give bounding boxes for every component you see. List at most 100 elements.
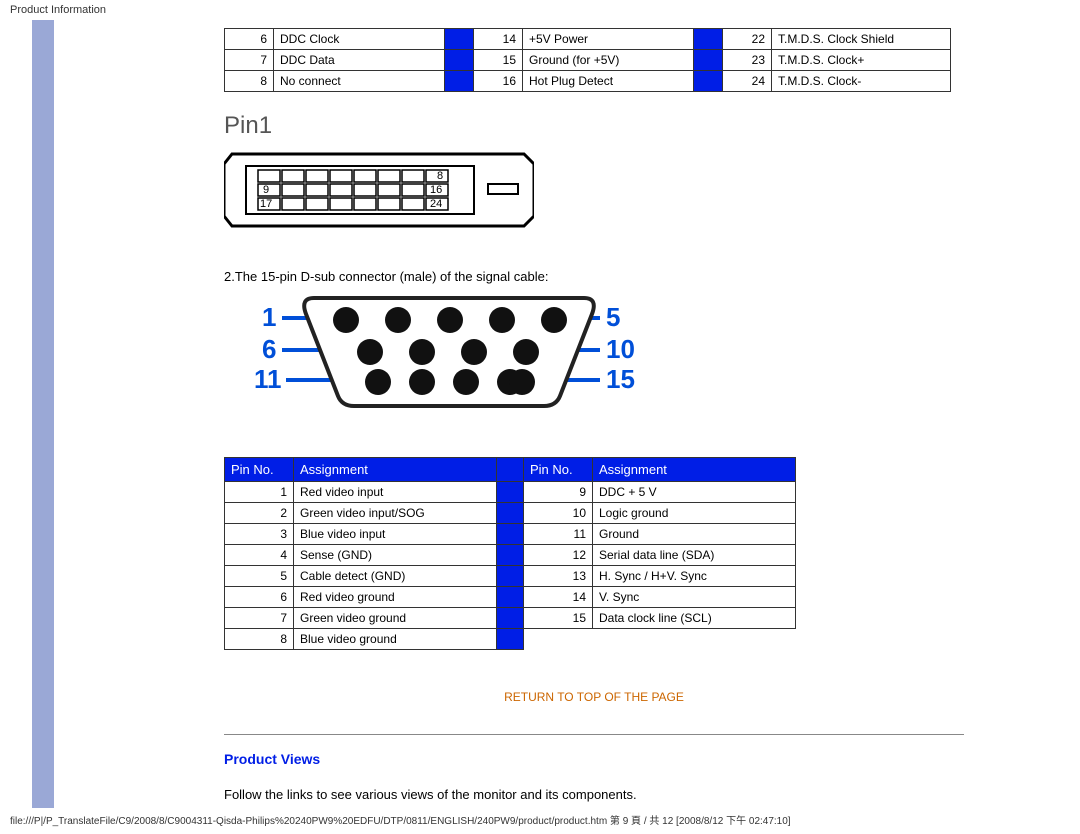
pin-assignment: Red video input: [294, 482, 497, 503]
pin-number: 16: [474, 71, 523, 92]
table-gap: [497, 503, 524, 524]
vga-connector-diagram: 1 6 11 5 10 15: [254, 294, 1080, 417]
pin-number: 23: [723, 50, 772, 71]
pin-assignment: Green video ground: [294, 608, 497, 629]
dvi-pin-table-fragment: 6DDC Clock 14+5V Power 22T.M.D.S. Clock Sh…: [224, 28, 1080, 92]
svg-text:15: 15: [606, 364, 635, 394]
pin-number: 24: [723, 71, 772, 92]
pin-row: 1Red video input 9DDC + 5 V: [225, 482, 796, 503]
pin-name: No connect: [274, 71, 445, 92]
pin-number: 7: [225, 608, 294, 629]
pin-name: T.M.D.S. Clock+: [772, 50, 951, 71]
table-gap: [497, 458, 524, 482]
col-pin-no: Pin No.: [524, 458, 593, 482]
pin-number: 12: [524, 545, 593, 566]
pin-assignment: H. Sync / H+V. Sync: [593, 566, 796, 587]
pin-number: 15: [524, 608, 593, 629]
pin-number: 10: [524, 503, 593, 524]
table-gap: [497, 629, 524, 650]
pin-number: 14: [474, 29, 523, 50]
pin-assignment: V. Sync: [593, 587, 796, 608]
pin-number: 7: [225, 50, 274, 71]
svg-text:11: 11: [254, 364, 282, 394]
divider: [224, 734, 964, 735]
product-views-heading: Product Views: [224, 751, 1080, 767]
pin-number: 9: [524, 482, 593, 503]
page-header: Product Information: [0, 0, 1080, 20]
pin-number: 13: [524, 566, 593, 587]
pin-row: 4Sense (GND)12Serial data line (SDA): [225, 545, 796, 566]
table-gap: [445, 71, 474, 92]
svg-text:10: 10: [606, 334, 635, 364]
pin-number: 15: [474, 50, 523, 71]
pin-number: 3: [225, 524, 294, 545]
pin-name: T.M.D.S. Clock Shield: [772, 29, 951, 50]
pin-name: DDC Clock: [274, 29, 445, 50]
return-to-top-link[interactable]: RETURN TO TOP OF THE PAGE: [224, 690, 964, 704]
pin-assignment: Blue video input: [294, 524, 497, 545]
pin-assignment: DDC + 5 V: [593, 482, 796, 503]
table-gap: [694, 50, 723, 71]
footer-file-path: file:///P|/P_TranslateFile/C9/2008/8/C90…: [0, 808, 1080, 831]
pin-row: 5Cable detect (GND) 13H. Sync / H+V. Sync: [225, 566, 796, 587]
pin-row: 6Red video ground 14V. Sync: [225, 587, 796, 608]
dvi-table: 6DDC Clock 14+5V Power 22T.M.D.S. Clock Sh…: [224, 28, 951, 92]
pin-assignment: Green video input/SOG: [294, 503, 497, 524]
table-gap: [497, 608, 524, 629]
pin-number: 8: [225, 629, 294, 650]
pin-assignment: Ground: [593, 524, 796, 545]
table-gap: [445, 50, 474, 71]
col-assignment: Assignment: [294, 458, 497, 482]
pin-number: 14: [524, 587, 593, 608]
pin-row: 2Green video input/SOG10Logic ground: [225, 503, 796, 524]
d-sub-description: 2.The 15-pin D-sub connector (male) of t…: [224, 269, 1080, 284]
pin-number: 11: [524, 524, 593, 545]
sidebar-stripe: [32, 20, 54, 808]
pin-name: Hot Plug Detect: [523, 71, 694, 92]
pin-number: 6: [225, 29, 274, 50]
svg-text:24: 24: [430, 198, 442, 210]
dvi-row: 8No connect 16Hot Plug Detect 24T.M.D.S. C…: [225, 71, 951, 92]
pin-assignment: Cable detect (GND): [294, 566, 497, 587]
pin-number: 22: [723, 29, 772, 50]
pin-assignment: Logic ground: [593, 503, 796, 524]
pin-name: T.M.D.S. Clock-: [772, 71, 951, 92]
pin-table: Pin No.AssignmentPin No.Assignment1Red v…: [224, 457, 796, 650]
pin-assignment: Red video ground: [294, 587, 497, 608]
table-gap: [497, 482, 524, 503]
left-gutter: [0, 20, 32, 808]
svg-text:8: 8: [437, 170, 443, 182]
table-gap: [497, 566, 524, 587]
main-content: 6DDC Clock14+5V Power22T.M.D.S. Clock Sh…: [54, 20, 1080, 808]
table-gap: [445, 29, 474, 50]
pin-name: +5V Power: [523, 29, 694, 50]
svg-text:9: 9: [263, 184, 269, 196]
svg-text:5: 5: [606, 302, 620, 332]
pin-assignment: Data clock line (SCL): [593, 608, 796, 629]
pin-row: 3Blue video input 11Ground: [225, 524, 796, 545]
svg-text:16: 16: [430, 184, 442, 196]
svg-text:17: 17: [260, 198, 272, 210]
pin-row: 7Green video ground 15Data clock line (SC…: [225, 608, 796, 629]
svg-text:1: 1: [262, 302, 276, 332]
pin-number: 8: [225, 71, 274, 92]
svg-text:6: 6: [262, 334, 276, 364]
pin-name: DDC Data: [274, 50, 445, 71]
product-views-description: Follow the links to see various views of…: [224, 787, 1080, 802]
table-gap: [694, 29, 723, 50]
pin1-label: Pin1: [224, 112, 1080, 140]
pin-number: 5: [225, 566, 294, 587]
col-pin-no: Pin No.: [225, 458, 294, 482]
pin-assignment: Blue video ground: [294, 629, 497, 650]
pin-row: 8Blue video ground: [225, 629, 796, 650]
pin-number: 6: [225, 587, 294, 608]
table-gap: [497, 587, 524, 608]
dvi-connector-diagram: 8 9 16 17 24: [224, 144, 1080, 239]
dvi-row: 6DDC Clock 14+5V Power 22T.M.D.S. Clock Sh…: [225, 29, 951, 50]
dvi-row: 7DDC Data 15Ground (for +5V) 23T.M.D.S. Cl…: [225, 50, 951, 71]
pin-assignment: Serial data line (SDA): [593, 545, 796, 566]
pin-number: 1: [225, 482, 294, 503]
pin-name: Ground (for +5V): [523, 50, 694, 71]
pin-table-header: Pin No.AssignmentPin No.Assignment: [225, 458, 796, 482]
pin-assignment-tables: Pin No.AssignmentPin No.Assignment1Red v…: [224, 457, 1080, 650]
